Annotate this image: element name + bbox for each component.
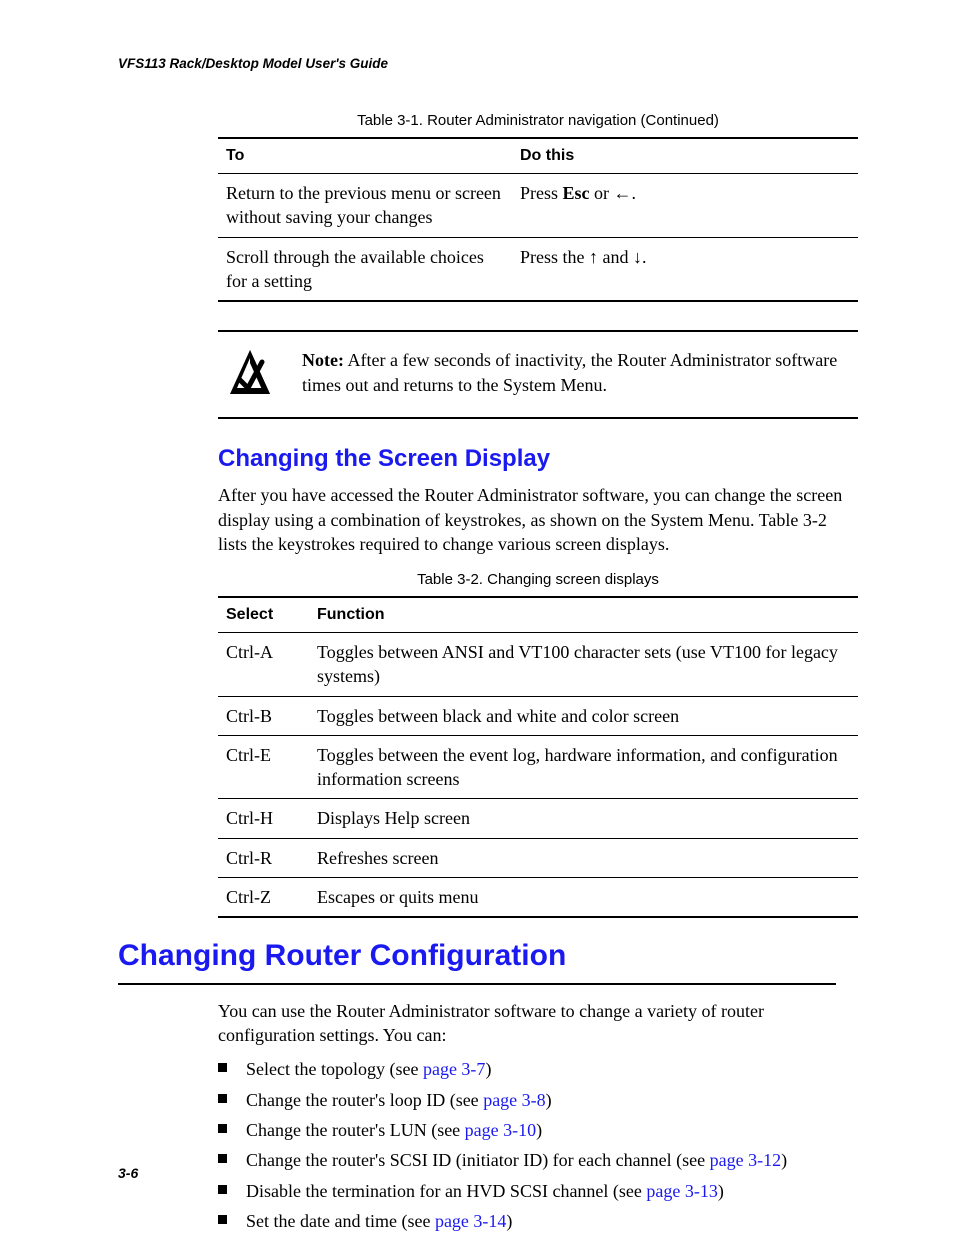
cell-to: Return to the previous menu or screen wi…	[218, 174, 512, 238]
table-router-admin-nav: To Do this Return to the previous menu o…	[218, 137, 858, 302]
xref-link[interactable]: page 3-12	[710, 1150, 781, 1170]
cell-key: Ctrl-B	[218, 696, 309, 735]
cell-key: Ctrl-E	[218, 735, 309, 799]
list-item: Change the router's LUN (see page 3-10)	[218, 1118, 858, 1142]
table-row: Ctrl-HDisplays Help screen	[218, 799, 858, 838]
xref-link[interactable]: page 3-10	[465, 1120, 536, 1140]
th-select: Select	[218, 597, 309, 632]
heading-changing-screen-display: Changing the Screen Display	[218, 443, 836, 475]
table-screen-displays: Select Function Ctrl-AToggles between AN…	[218, 596, 858, 918]
cell-key: Ctrl-R	[218, 838, 309, 877]
xref-link[interactable]: page 3-7	[423, 1059, 485, 1079]
body-text: You can use the Router Administrator sof…	[218, 999, 858, 1233]
table-row: Ctrl-BToggles between black and white an…	[218, 696, 858, 735]
cell-func: Toggles between black and white and colo…	[309, 696, 858, 735]
note-text: Note: After a few seconds of inactivity,…	[302, 348, 858, 397]
running-head: VFS113 Rack/Desktop Model User's Guide	[118, 55, 836, 73]
heading-rule	[118, 983, 836, 985]
table-row: Ctrl-ZEscapes or quits menu	[218, 878, 858, 918]
table-row: Return to the previous menu or screen wi…	[218, 174, 858, 238]
th-to: To	[218, 138, 512, 173]
down-arrow-icon: ↓	[633, 247, 642, 267]
xref-link[interactable]: page 3-8	[483, 1090, 545, 1110]
heading-changing-router-configuration: Changing Router Configuration	[118, 936, 836, 977]
table-row: Scroll through the available choices for…	[218, 237, 858, 301]
cell-func: Toggles between ANSI and VT100 character…	[309, 632, 858, 696]
page: VFS113 Rack/Desktop Model User's Guide T…	[0, 0, 954, 1235]
cell-to: Scroll through the available choices for…	[218, 237, 512, 301]
body-text: After you have accessed the Router Admin…	[218, 483, 858, 556]
xref-link[interactable]: page 3-13	[646, 1181, 717, 1201]
cell-func: Refreshes screen	[309, 838, 858, 877]
th-function: Function	[309, 597, 858, 632]
table-row: Ctrl-AToggles between ANSI and VT100 cha…	[218, 632, 858, 696]
list-item: Select the topology (see page 3-7)	[218, 1057, 858, 1081]
page-number: 3-6	[118, 1164, 138, 1183]
config-list: Select the topology (see page 3-7) Chang…	[218, 1057, 858, 1233]
cell-func: Displays Help screen	[309, 799, 858, 838]
cell-do: Press the ↑ and ↓.	[512, 237, 858, 301]
cell-key: Ctrl-Z	[218, 878, 309, 918]
list-item: Change the router's loop ID (see page 3-…	[218, 1088, 858, 1112]
cell-do: Press Esc or ←.	[512, 174, 858, 238]
table1-caption: Table 3-1. Router Administrator navigati…	[218, 111, 858, 131]
list-item: Set the date and time (see page 3-14)	[218, 1209, 858, 1233]
cell-func: Escapes or quits menu	[309, 878, 858, 918]
list-item: Change the router's SCSI ID (initiator I…	[218, 1148, 858, 1172]
note-label: Note:	[302, 350, 344, 370]
cell-func: Toggles between the event log, hardware …	[309, 735, 858, 799]
note-box: Note: After a few seconds of inactivity,…	[218, 330, 858, 419]
table2-caption: Table 3-2. Changing screen displays	[218, 570, 858, 590]
xref-link[interactable]: page 3-14	[435, 1211, 506, 1231]
list-item: Disable the termination for an HVD SCSI …	[218, 1179, 858, 1203]
table-row: Ctrl-RRefreshes screen	[218, 838, 858, 877]
table-row: Ctrl-EToggles between the event log, har…	[218, 735, 858, 799]
cell-key: Ctrl-H	[218, 799, 309, 838]
up-arrow-icon: ↑	[589, 247, 598, 267]
cell-key: Ctrl-A	[218, 632, 309, 696]
left-arrow-icon: ←	[614, 183, 632, 203]
note-icon	[226, 348, 274, 396]
th-do-this: Do this	[512, 138, 858, 173]
